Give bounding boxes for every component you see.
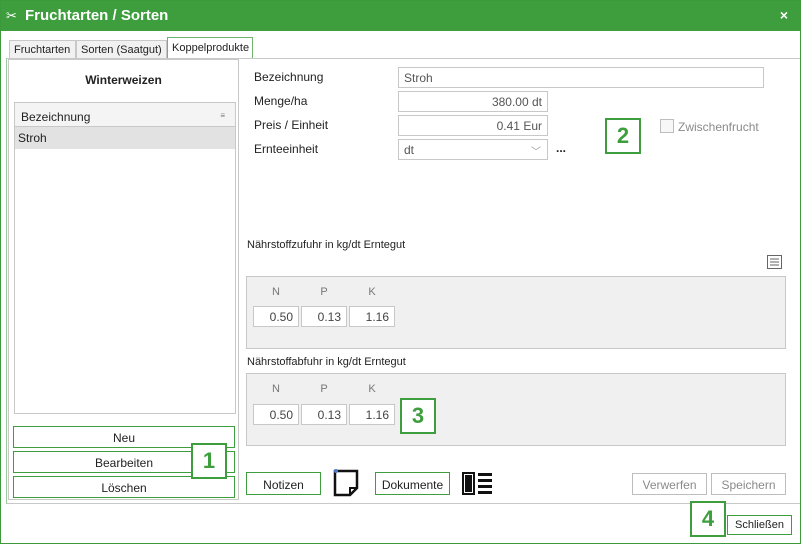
column-header-bezeichnung[interactable]: Bezeichnung ≡ <box>15 103 235 127</box>
zufuhr-n-field[interactable]: 0.50 <box>253 306 299 327</box>
abfuhr-n-field[interactable]: 0.50 <box>253 404 299 425</box>
bezeichnung-field[interactable]: Stroh <box>398 67 764 88</box>
zufuhr-header-p: P <box>320 286 328 298</box>
callout-badge-1: 1 <box>191 443 227 479</box>
abfuhr-title: Nährstoffabfuhr in kg/dt Erntegut <box>247 356 406 368</box>
save-button[interactable]: Speichern <box>711 473 786 495</box>
more-options-button[interactable]: ... <box>556 141 566 155</box>
preis-field[interactable]: 0.41 Eur <box>398 115 548 136</box>
note-icon[interactable] <box>332 468 360 498</box>
zufuhr-title: Nährstoffzufuhr in kg/dt Erntegut <box>247 239 406 251</box>
table-row[interactable]: Stroh <box>15 127 235 149</box>
abfuhr-panel: N P K 0.50 0.13 1.16 <box>246 373 786 446</box>
tab-koppelprodukte[interactable]: Koppelprodukte <box>167 37 253 59</box>
close-button[interactable]: Schließen <box>727 515 792 535</box>
ernteeinheit-label: Ernteeinheit <box>254 142 319 156</box>
zufuhr-k-field[interactable]: 1.16 <box>349 306 395 327</box>
documents-button[interactable]: Dokumente <box>375 472 450 495</box>
menge-label: Menge/ha <box>254 94 308 108</box>
title-bar: ✂ Fruchtarten / Sorten × <box>1 1 800 31</box>
book-icon[interactable] <box>460 469 494 497</box>
abfuhr-header-k: K <box>368 383 376 395</box>
zwischenfrucht-checkbox[interactable] <box>660 119 674 133</box>
close-icon[interactable]: × <box>780 7 788 23</box>
ernteeinheit-select[interactable]: dt ﹀ <box>398 139 548 160</box>
crop-name: Winterweizen <box>85 73 162 87</box>
delete-button[interactable]: Löschen <box>13 476 235 498</box>
column-header-label: Bezeichnung <box>21 110 91 124</box>
crop-scissors-icon: ✂ <box>6 8 17 23</box>
row-label: Stroh <box>18 131 47 145</box>
preis-label: Preis / Einheit <box>254 118 329 132</box>
callout-badge-3: 3 <box>400 398 436 434</box>
abfuhr-header-n: N <box>272 383 280 395</box>
chevron-down-icon: ﹀ <box>531 147 541 158</box>
abfuhr-k-field[interactable]: 1.16 <box>349 404 395 425</box>
abfuhr-header-p: P <box>320 383 328 395</box>
tab-fruchtarten[interactable]: Fruchtarten <box>9 40 76 59</box>
byproduct-grid: Bezeichnung ≡ Stroh <box>14 102 236 414</box>
dialog-window: ✂ Fruchtarten / Sorten × Fruchtarten Sor… <box>0 0 801 544</box>
ernteeinheit-value: dt <box>404 143 415 157</box>
tab-sorten[interactable]: Sorten (Saatgut) <box>76 40 167 59</box>
bezeichnung-label: Bezeichnung <box>254 70 324 84</box>
zufuhr-p-field[interactable]: 0.13 <box>301 306 347 327</box>
discard-button[interactable]: Verwerfen <box>632 473 707 495</box>
zwischenfrucht-label: Zwischenfrucht <box>678 120 759 134</box>
settings-list-icon[interactable] <box>767 255 782 269</box>
notes-button[interactable]: Notizen <box>246 472 321 495</box>
abfuhr-p-field[interactable]: 0.13 <box>301 404 347 425</box>
zufuhr-header-n: N <box>272 286 280 298</box>
callout-badge-2: 2 <box>605 118 641 154</box>
menge-field[interactable]: 380.00 dt <box>398 91 548 112</box>
zufuhr-panel: N P K 0.50 0.13 1.16 <box>246 276 786 349</box>
window-title: Fruchtarten / Sorten <box>25 7 169 24</box>
column-filter-icon[interactable]: ≡ <box>220 111 225 120</box>
zufuhr-header-k: K <box>368 286 376 298</box>
callout-badge-4: 4 <box>690 501 726 537</box>
